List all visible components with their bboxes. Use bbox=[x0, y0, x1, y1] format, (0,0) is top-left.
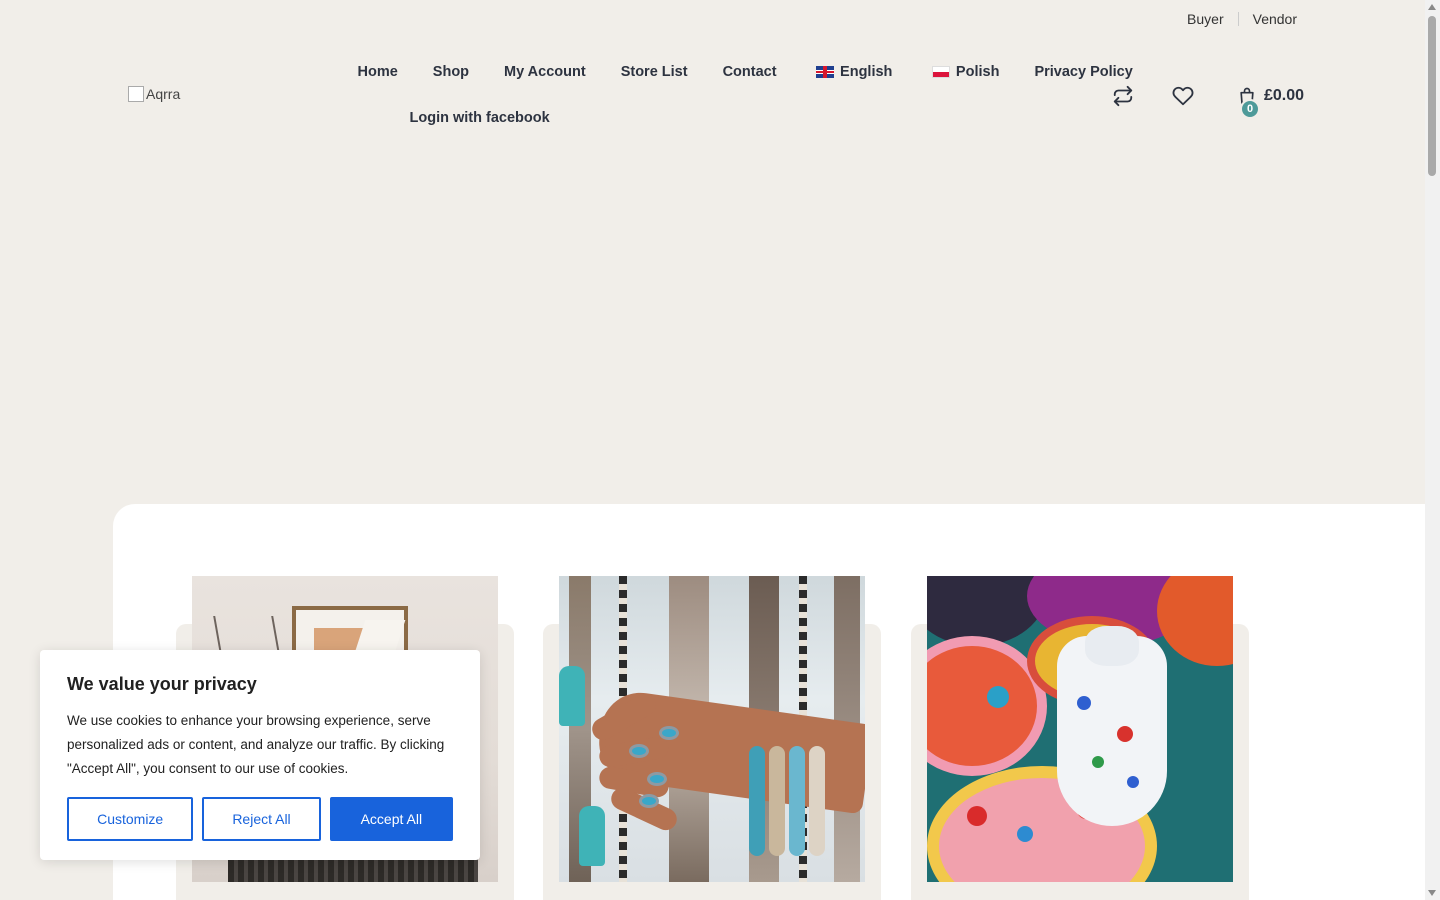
nav-item-contact[interactable]: Contact bbox=[723, 64, 777, 80]
buyer-link[interactable]: Buyer bbox=[1187, 11, 1224, 27]
ceramics-image[interactable] bbox=[927, 576, 1233, 882]
wishlist-heart-icon[interactable] bbox=[1170, 83, 1196, 109]
header-actions: 0 £0.00 bbox=[1110, 83, 1305, 119]
scroll-down-arrow-icon[interactable] bbox=[1428, 890, 1436, 896]
nav-row: Home Shop My Account Store List Contact … bbox=[340, 60, 1133, 84]
cart-total: £0.00 bbox=[1264, 87, 1305, 104]
page: Buyer Vendor Aqrra Home Shop My Account … bbox=[0, 0, 1440, 900]
logo-alt-text: Aqrra bbox=[146, 86, 181, 102]
uk-flag-icon bbox=[816, 66, 835, 78]
nav-row: Login with facebook bbox=[340, 106, 1100, 130]
cart-count-badge: 0 bbox=[1240, 99, 1260, 119]
consent-title: We value your privacy bbox=[67, 674, 257, 694]
top-utility-links: Buyer Vendor bbox=[1187, 11, 1297, 27]
nav-item-english-label: English bbox=[840, 64, 893, 80]
reject-all-button[interactable]: Reject All bbox=[202, 797, 321, 841]
main-navigation: Home Shop My Account Store List Contact … bbox=[340, 60, 1133, 130]
vendor-link[interactable]: Vendor bbox=[1253, 11, 1297, 27]
nav-item-polish[interactable]: Polish bbox=[931, 64, 1000, 80]
nav-item-my-account[interactable]: My Account bbox=[504, 64, 586, 80]
consent-body: We use cookies to enhance your browsing … bbox=[67, 713, 445, 776]
divider bbox=[1237, 12, 1239, 26]
consent-actions: Customize Reject All Accept All bbox=[67, 797, 453, 841]
cart-button[interactable]: 0 £0.00 bbox=[1234, 83, 1305, 119]
broken-image-icon bbox=[128, 86, 144, 102]
site-logo[interactable]: Aqrra bbox=[128, 86, 180, 102]
nav-item-shop[interactable]: Shop bbox=[433, 64, 469, 80]
scrollbar-thumb[interactable] bbox=[1428, 16, 1436, 176]
cookie-consent-banner: We value your privacy We use cookies to … bbox=[40, 650, 480, 860]
nav-item-store-list[interactable]: Store List bbox=[621, 64, 688, 80]
nav-item-polish-label: Polish bbox=[955, 64, 1000, 80]
jewelry-hand-image[interactable] bbox=[559, 576, 865, 882]
nav-item-privacy-policy[interactable]: Privacy Policy bbox=[1034, 64, 1132, 80]
poland-flag-icon bbox=[931, 66, 950, 78]
accept-all-button[interactable]: Accept All bbox=[329, 797, 453, 841]
scroll-up-arrow-icon[interactable] bbox=[1428, 4, 1436, 10]
compare-icon[interactable] bbox=[1110, 83, 1136, 109]
customize-button[interactable]: Customize bbox=[67, 797, 194, 841]
vertical-scrollbar[interactable] bbox=[1425, 0, 1440, 900]
nav-item-home[interactable]: Home bbox=[358, 64, 398, 80]
nav-item-login-facebook[interactable]: Login with facebook bbox=[410, 110, 550, 126]
nav-item-english[interactable]: English bbox=[816, 64, 892, 80]
